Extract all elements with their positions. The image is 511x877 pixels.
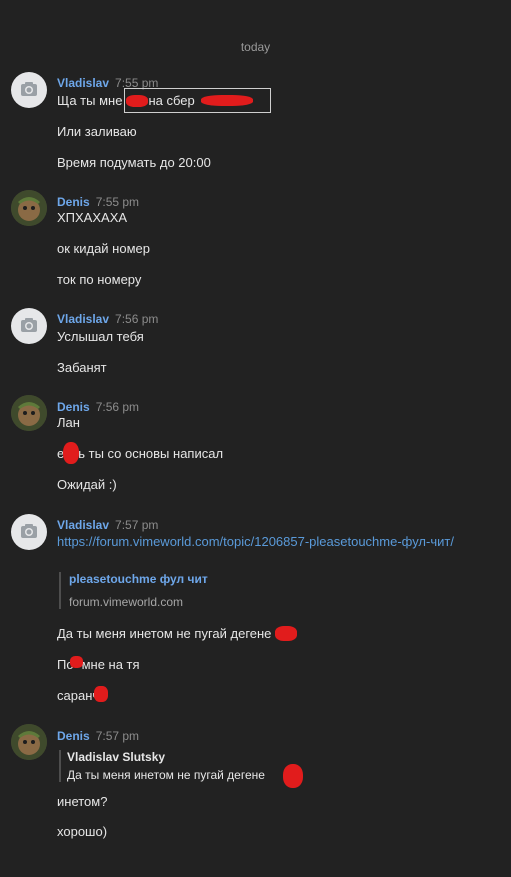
chat-view: today Vladislav 7:55 pm Ща ты мне на сбер … — [0, 0, 511, 877]
redaction-mark — [63, 442, 79, 464]
timestamp: 7:56 pm — [95, 400, 140, 414]
message-text: Или заливаю — [57, 124, 137, 139]
user-photo-icon — [11, 395, 47, 431]
message-link[interactable]: https://forum.vimeworld.com/topic/120685… — [57, 533, 457, 550]
message-text: саранч — [57, 688, 100, 703]
author-name[interactable]: Vladislav — [57, 518, 109, 532]
message-text: инетом? — [57, 794, 108, 809]
user-photo-icon — [11, 190, 47, 226]
avatar[interactable] — [11, 308, 47, 344]
link-preview[interactable]: pleasetouchme фул чит forum.vimeworld.co… — [59, 572, 208, 609]
quoted-message[interactable]: Vladislav Slutsky Да ты меня инетом не п… — [59, 750, 265, 782]
camera-icon — [21, 524, 37, 538]
avatar[interactable] — [11, 724, 47, 760]
avatar[interactable] — [11, 72, 47, 108]
timestamp: 7:55 pm — [95, 195, 140, 209]
avatar[interactable] — [11, 190, 47, 226]
message-text: Лан — [57, 415, 80, 430]
author-name[interactable]: Denis — [57, 729, 90, 743]
message-text: ХПХАХАХА — [57, 210, 128, 225]
timestamp: 7:57 pm — [95, 729, 140, 743]
author-name[interactable]: Denis — [57, 195, 90, 209]
avatar[interactable] — [11, 514, 47, 550]
redaction-mark — [283, 764, 303, 788]
redaction-mark — [126, 95, 148, 107]
quote-text: Да ты меня инетом не пугай дегене — [67, 768, 265, 782]
date-divider: today — [240, 40, 271, 54]
message-text: хорошо) — [57, 824, 108, 839]
avatar[interactable] — [11, 395, 47, 431]
message-text: Услышал тебя — [57, 329, 144, 344]
link-preview-site: forum.vimeworld.com — [69, 595, 184, 609]
camera-icon — [21, 318, 37, 332]
message-text: Ожидай :) — [57, 477, 117, 492]
redaction-mark — [70, 656, 83, 668]
message-text: ток по номеру — [57, 272, 142, 287]
message-text: Время подумать до 20:00 — [57, 155, 211, 170]
message-text: Забанят — [57, 360, 107, 375]
message-text: ок кидай номер — [57, 241, 150, 256]
redaction-mark — [94, 686, 108, 702]
camera-icon — [21, 82, 37, 96]
user-photo-icon — [11, 724, 47, 760]
timestamp: 7:57 pm — [115, 518, 159, 532]
author-name[interactable]: Vladislav — [57, 76, 109, 90]
message-text: Да ты меня инетом не пугай дегене — [57, 626, 272, 641]
redaction-mark — [201, 95, 253, 106]
quote-author: Vladislav Slutsky — [67, 750, 166, 764]
message-text: еь ты со основы написал — [57, 446, 224, 461]
link-preview-title[interactable]: pleasetouchme фул чит — [69, 572, 208, 586]
author-name[interactable]: Vladislav — [57, 312, 109, 326]
timestamp: 7:56 pm — [115, 312, 159, 326]
author-name[interactable]: Denis — [57, 400, 90, 414]
redaction-mark — [275, 626, 297, 641]
